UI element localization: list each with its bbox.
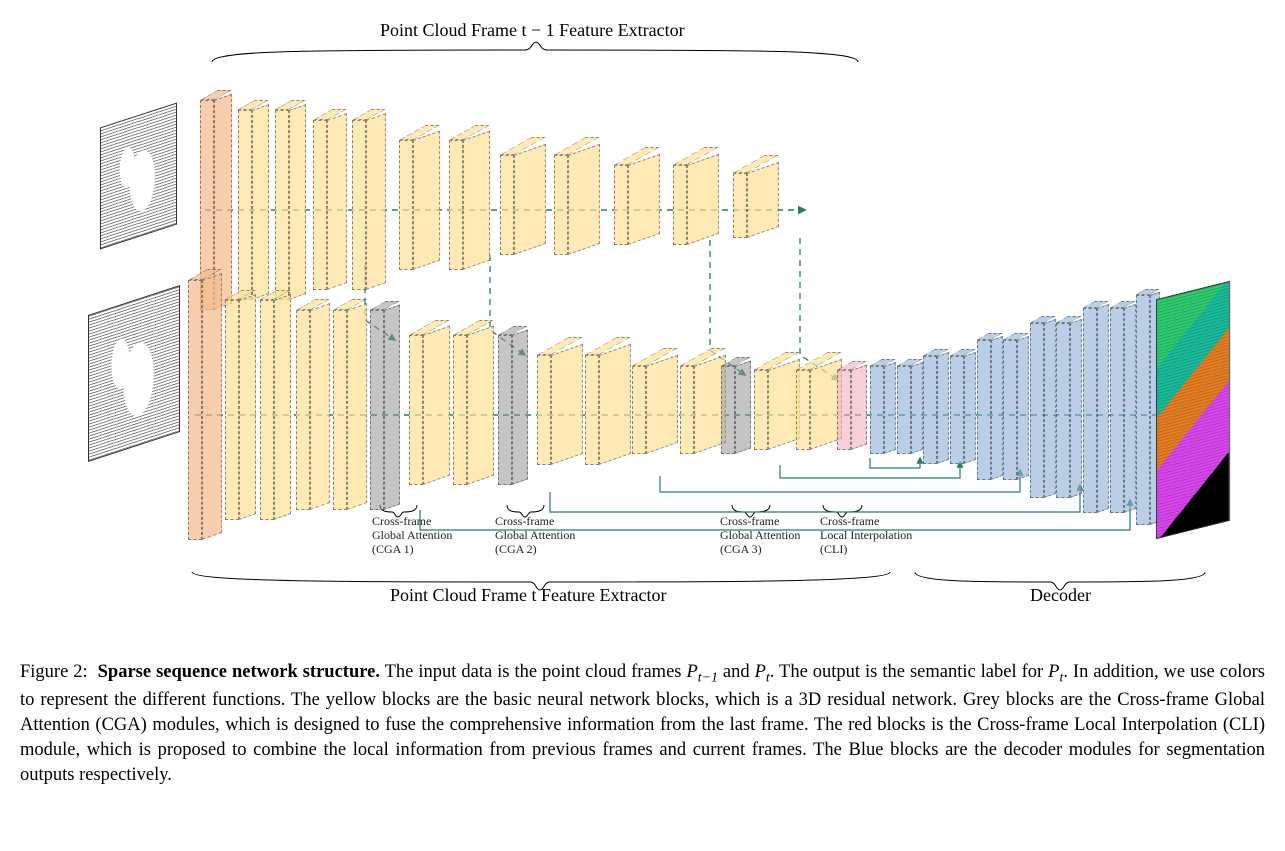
top-branch-label: Point Cloud Frame t − 1 Feature Extracto… (380, 20, 685, 41)
input-frame-t (88, 285, 180, 462)
input-frame-t-minus-1 (100, 102, 177, 249)
cga2-label: Cross-frameGlobal Attention(CGA 2) (495, 515, 575, 556)
decoder-label: Decoder (1030, 585, 1091, 606)
caption-lead: Figure 2: (20, 662, 88, 682)
cga3-label: Cross-frameGlobal Attention(CGA 3) (720, 515, 800, 556)
caption-title: Sparse sequence network structure. (93, 662, 380, 682)
network-diagram: Point Cloud Frame t − 1 Feature Extracto… (20, 20, 1265, 610)
bottom-extractor-label: Point Cloud Frame t Feature Extractor (390, 585, 666, 606)
cga1-label: Cross-frameGlobal Attention(CGA 1) (372, 515, 452, 556)
figure: Point Cloud Frame t − 1 Feature Extracto… (20, 20, 1265, 788)
cli-label: Cross-frameLocal Interpolation(CLI) (820, 515, 912, 556)
figure-caption: Figure 2: Sparse sequence network struct… (20, 660, 1265, 788)
output-segmentation (1156, 281, 1230, 539)
